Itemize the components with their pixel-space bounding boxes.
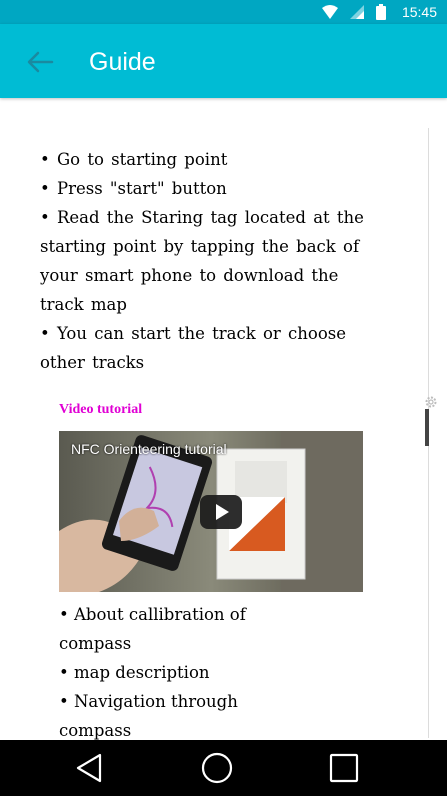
signal-icon: [349, 5, 364, 19]
wifi-icon: [321, 5, 338, 19]
status-bar: 15:45: [0, 0, 447, 24]
guide-content[interactable]: • Go to starting point • Press "start" b…: [0, 98, 447, 740]
nav-home-button[interactable]: [197, 750, 237, 786]
back-triangle-icon: [76, 753, 102, 783]
step-item: • Read the Staring tag located at the st…: [40, 208, 364, 314]
play-button[interactable]: [200, 495, 242, 529]
steps-list: • Go to starting point • Press "start" b…: [40, 145, 370, 377]
app-bar: Guide: [0, 24, 447, 98]
status-icons: 15:45: [321, 3, 437, 21]
nav-bar: [0, 740, 447, 796]
back-button[interactable]: [22, 46, 58, 78]
play-icon: [200, 495, 242, 529]
topic-item: • Navigation through compass: [59, 692, 238, 740]
gear-icon: [425, 396, 437, 408]
home-circle-icon: [201, 752, 233, 784]
status-time: 15:45: [401, 4, 437, 20]
step-item: • Press "start" button: [40, 179, 227, 198]
battery-icon: [375, 4, 386, 20]
scrollbar-thumb[interactable]: [425, 409, 429, 446]
step-item: • You can start the track or choose othe…: [40, 324, 347, 372]
topics-list: • About callibration of compass • map de…: [59, 600, 289, 740]
topic-item: • About callibration of compass: [59, 605, 246, 653]
recents-square-icon: [329, 753, 359, 783]
page-title: Guide: [89, 48, 156, 76]
arrow-back-icon: [27, 51, 54, 73]
video-tutorial-label: Video tutorial: [59, 402, 143, 417]
step-item: • Go to starting point: [40, 150, 228, 169]
video-thumbnail[interactable]: NFC Orienteering tutorial: [59, 431, 363, 592]
video-title: NFC Orienteering tutorial: [71, 441, 227, 457]
nav-back-button[interactable]: [70, 750, 110, 786]
topic-item: • map description: [59, 663, 210, 682]
nav-recents-button[interactable]: [324, 750, 364, 786]
